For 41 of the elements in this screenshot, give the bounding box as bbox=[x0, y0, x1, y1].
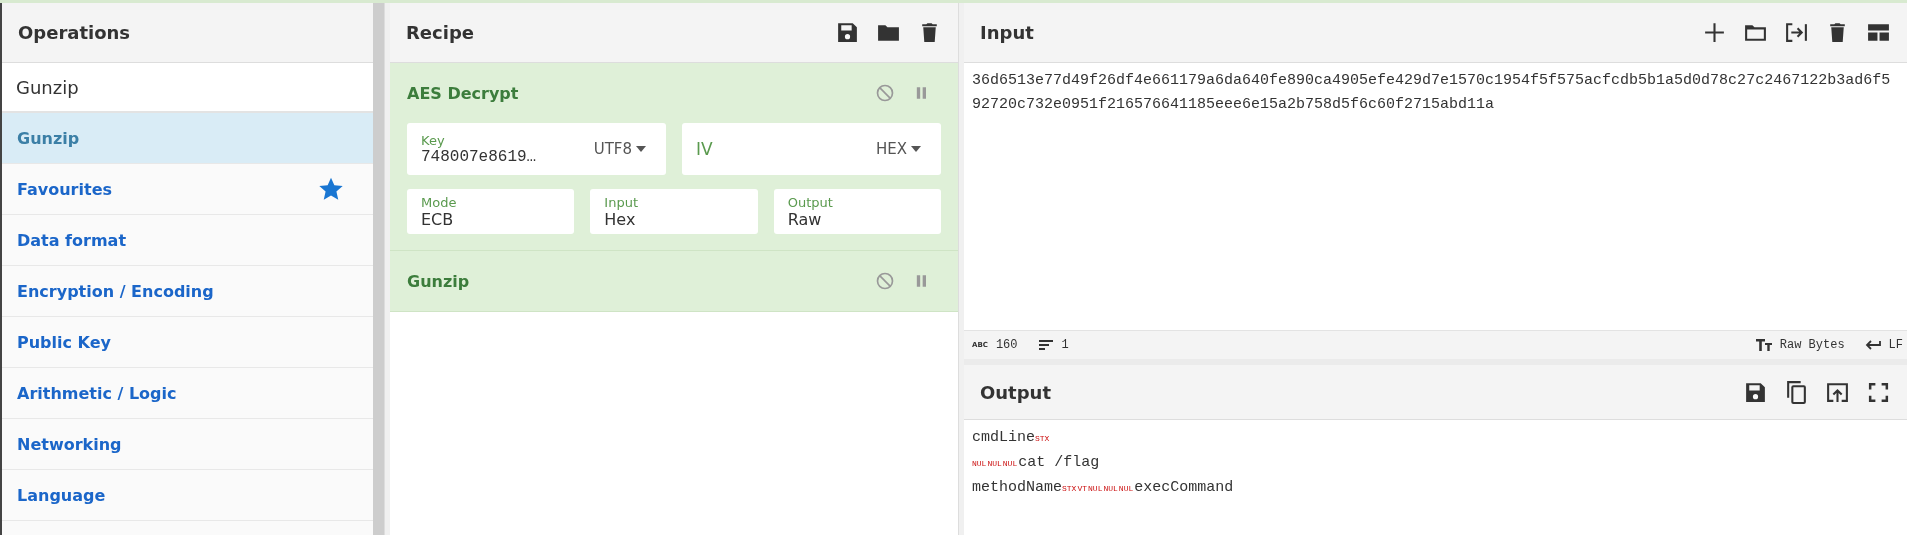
text-size-icon bbox=[1755, 339, 1772, 351]
argument-field[interactable]: Output Raw bbox=[773, 189, 941, 234]
category-item[interactable]: Encryption / Encoding bbox=[17, 281, 358, 301]
operation-name: AES Decrypt bbox=[407, 83, 519, 103]
length-count: 160 bbox=[995, 338, 1018, 352]
eol-selector[interactable]: LF bbox=[1888, 338, 1903, 352]
recipe-operation[interactable]: AES Decrypt Key 748007e8619… UTF8 IV HEX Mode ECB Input Hex Output Raw bbox=[390, 63, 958, 251]
category-item[interactable]: Data format bbox=[17, 230, 358, 250]
argument-field[interactable]: Key 748007e8619… UTF8 bbox=[407, 123, 666, 175]
argument-field[interactable]: Mode ECB bbox=[407, 189, 575, 234]
operation-item[interactable]: Gunzip bbox=[2, 113, 373, 164]
encoding-dropdown[interactable]: UTF8 bbox=[593, 140, 646, 158]
caret-icon bbox=[911, 146, 921, 152]
category-item[interactable]: Favourites bbox=[17, 179, 318, 199]
import-icon[interactable] bbox=[1784, 20, 1809, 45]
search-field[interactable]: Gunzip bbox=[2, 63, 373, 113]
output-line: methodNameSTXVTNUL NUL NUL execCommand bbox=[972, 478, 1235, 498]
panel-title: Operations bbox=[18, 22, 131, 43]
return-icon bbox=[1864, 339, 1881, 351]
category-item[interactable]: Public Key bbox=[17, 332, 358, 352]
star-icon bbox=[318, 176, 344, 202]
panel-title: Output bbox=[980, 381, 1052, 403]
line-count: 1 bbox=[1061, 338, 1069, 352]
plus-icon[interactable] bbox=[1702, 20, 1727, 45]
lines-icon bbox=[1037, 339, 1054, 351]
output-line: NUL NUL NUL cat /flag bbox=[972, 453, 1101, 473]
scrollbar[interactable] bbox=[373, 3, 384, 535]
category-item[interactable]: Language bbox=[17, 485, 358, 505]
argument-field[interactable]: IV HEX bbox=[682, 123, 941, 175]
category-item[interactable]: Networking bbox=[17, 434, 358, 454]
caret-icon bbox=[636, 146, 646, 152]
output-line: cmdLineSTX bbox=[972, 428, 1051, 448]
copy-icon[interactable] bbox=[1784, 379, 1809, 405]
panel-title: Input bbox=[980, 22, 1034, 43]
operation-name: Gunzip bbox=[407, 271, 470, 291]
panel-title: Recipe bbox=[406, 22, 474, 43]
encoding-selector[interactable]: Raw Bytes bbox=[1779, 338, 1845, 352]
encoding-dropdown[interactable]: HEX bbox=[875, 140, 921, 158]
argument-field[interactable]: Input Hex bbox=[590, 189, 758, 234]
save-icon[interactable] bbox=[835, 20, 860, 45]
category-item[interactable]: Arithmetic / Logic bbox=[17, 383, 358, 403]
